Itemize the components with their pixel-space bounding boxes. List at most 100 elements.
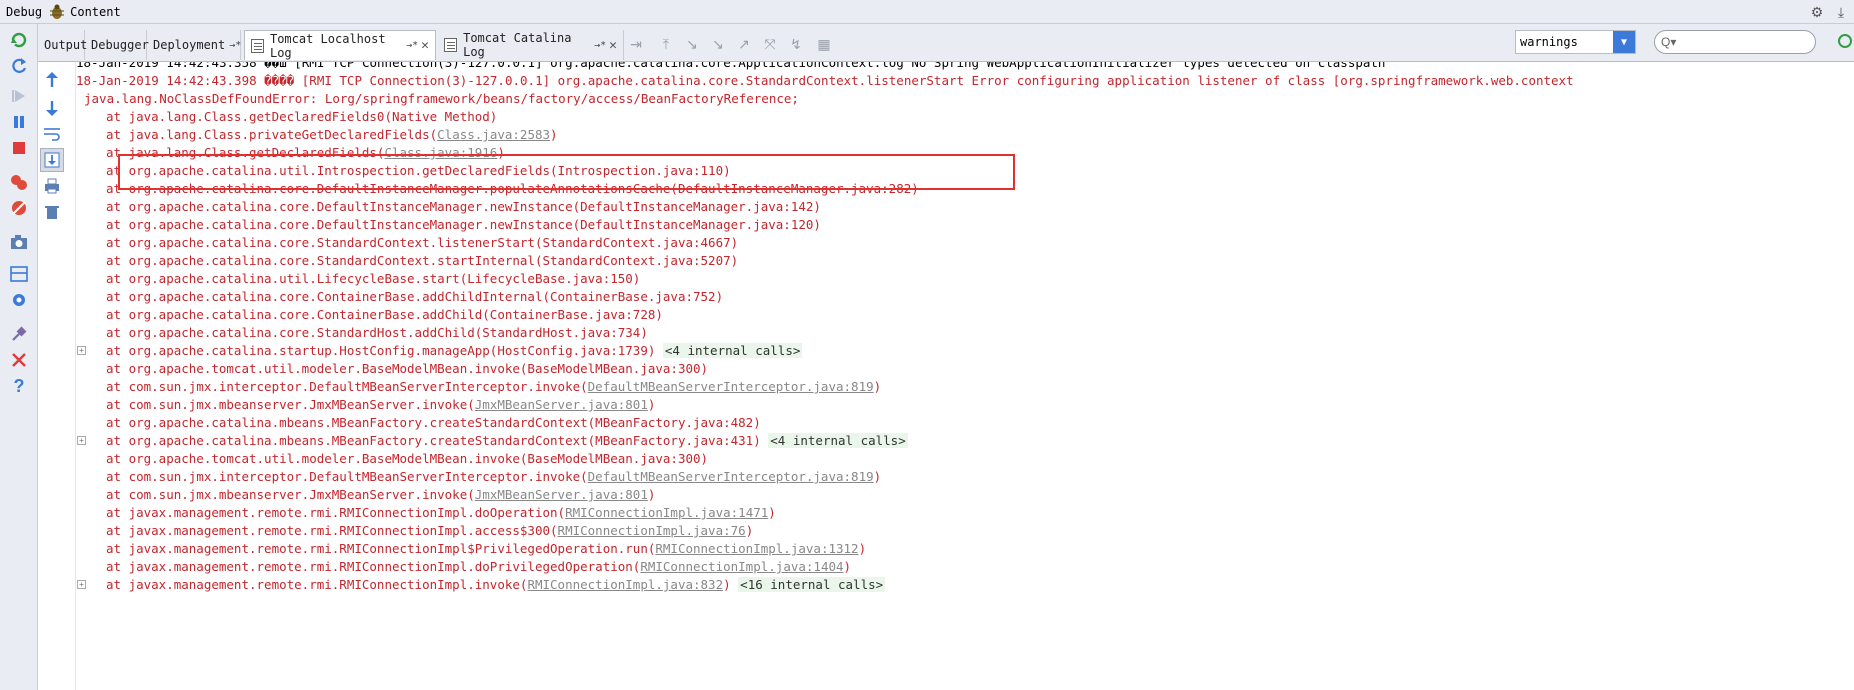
step-into-icon[interactable]: ↘ [682,34,702,54]
stack-frame: at org.apache.catalina.mbeans.MBeanFacto… [106,433,769,448]
view-breakpoints-icon[interactable] [7,170,31,194]
layout-icon[interactable] [7,262,31,286]
log-line: at javax.management.remote.rmi.RMIConnec… [38,540,1854,558]
source-link[interactable]: DefaultMBeanServerInterceptor.java:819 [588,379,874,394]
log-line: at com.sun.jmx.mbeanserver.JmxMBeanServe… [38,486,1854,504]
stack-frame: at org.apache.catalina.core.ContainerBas… [106,307,663,322]
help-icon[interactable]: ? [7,374,31,398]
stack-frame: at com.sun.jmx.mbeanserver.JmxMBeanServe… [106,487,475,502]
source-link[interactable]: RMIConnectionImpl.java:832 [527,577,723,592]
close-tab-icon[interactable]: ✕ [421,38,429,53]
source-link[interactable]: RMIConnectionImpl.java:1404 [640,559,843,574]
log-line: at org.apache.catalina.core.StandardCont… [38,252,1854,270]
log-text: at org.apache.tomcat.util.modeler.BaseMo… [106,360,708,378]
close-tab-icon[interactable]: ✕ [609,38,617,53]
log-text: at javax.management.remote.rmi.RMIConnec… [106,504,776,522]
mute-breakpoints-icon[interactable] [7,196,31,220]
settings-icon[interactable] [7,288,31,312]
log-line: at java.lang.Class.privateGetDeclaredFie… [38,126,1854,144]
source-link[interactable]: RMIConnectionImpl.java:1471 [565,505,768,520]
source-link[interactable]: DefaultMBeanServerInterceptor.java:819 [588,469,874,484]
log-line: at org.apache.catalina.util.Introspectio… [38,162,1854,180]
stack-frame-suffix: ) [497,145,505,160]
chevron-down-icon[interactable]: ▼ [1613,31,1635,53]
log-line: at org.apache.catalina.util.LifecycleBas… [38,270,1854,288]
stack-frame: at org.apache.catalina.core.DefaultInsta… [106,181,919,196]
close-icon[interactable] [7,348,31,372]
tab-output[interactable]: Output [38,30,88,60]
log-line: at org.apache.tomcat.util.modeler.BaseMo… [38,360,1854,378]
log-text: at javax.management.remote.rmi.RMIConnec… [106,558,851,576]
run-to-cursor-icon[interactable]: ↯ [786,34,806,54]
log-file-icon [444,38,458,52]
stack-frame-suffix: ) [843,559,852,574]
log-level-select[interactable]: warnings ▼ [1515,30,1636,54]
stack-frame: at java.lang.Class.privateGetDeclaredFie… [106,127,438,142]
log-message: java.lang.NoClassDefFoundError: Lorg/spr… [84,91,799,106]
log-text: at com.sun.jmx.interceptor.DefaultMBeanS… [106,378,881,396]
internal-calls-badge[interactable]: <4 internal calls> [662,343,803,358]
log-line: at org.apache.catalina.core.DefaultInsta… [38,198,1854,216]
log-text: at org.apache.catalina.mbeans.MBeanFacto… [106,414,761,432]
log-text: 18-Jan-2019 14:42:43.398 ���� [RMI TCP C… [76,72,1574,90]
pause-icon[interactable] [7,110,31,134]
tab-label: Output [44,38,88,52]
tab-deployment[interactable]: Deployment →* [147,30,241,60]
search-input[interactable]: Q▾ [1654,30,1816,54]
tab-arrow: →* [594,39,607,51]
stop-icon[interactable] [7,136,31,160]
stack-frame-suffix: ) [768,505,776,520]
internal-calls-badge[interactable]: <4 internal calls> [768,433,908,448]
log-file-icon [251,38,264,53]
evaluate-expression-icon[interactable]: ▦ [814,34,834,54]
hide-panel-icon[interactable]: ⤓ [1832,3,1850,21]
stack-frame: at org.apache.tomcat.util.modeler.BaseMo… [106,451,709,466]
bug-icon [48,4,66,20]
expand-fold-icon[interactable]: + [77,346,86,355]
log-text: at java.lang.Class.getDeclaredFields(Cla… [106,144,505,162]
log-line: at org.apache.catalina.mbeans.MBeanFacto… [38,432,1854,450]
log-text: at org.apache.catalina.core.StandardCont… [106,252,738,270]
stack-frame: at org.apache.catalina.util.LifecycleBas… [106,271,641,286]
rerun-icon[interactable] [7,28,31,52]
search-icon: Q▾ [1661,35,1677,49]
log-line: 18-Jan-2019 14:42:43.358 ��Ш [RMI TCP Co… [38,62,1854,72]
refresh-icon[interactable] [7,54,31,78]
source-link[interactable]: Class.java:2583 [437,127,550,142]
step-over-icon[interactable]: ⤒ [656,34,676,54]
log-line: 18-Jan-2019 14:42:43.398 ���� [RMI TCP C… [38,72,1854,90]
source-link[interactable]: JmxMBeanServer.java:801 [475,397,648,412]
stack-frame: at org.apache.catalina.util.Introspectio… [106,163,731,178]
source-link[interactable]: RMIConnectionImpl.java:1312 [655,541,858,556]
source-link[interactable]: RMIConnectionImpl.java:76 [558,523,746,538]
camera-icon[interactable] [7,230,31,254]
tab-debugger[interactable]: Debugger [85,30,149,60]
expand-fold-icon[interactable]: + [77,436,86,445]
tab-arrow: →* [406,40,419,51]
tab-tomcat-localhost-log[interactable]: Tomcat Localhost Log →* ✕ [244,30,436,60]
resume-icon[interactable] [7,84,31,108]
pin-icon[interactable] [7,322,31,346]
internal-calls-badge[interactable]: <16 internal calls> [738,577,886,592]
source-link[interactable]: Class.java:1916 [384,145,497,160]
tab-tomcat-catalina-log[interactable]: Tomcat Catalina Log →* ✕ [438,30,624,60]
settings-gear-icon[interactable]: ⚙ [1808,3,1826,21]
log-line: at javax.management.remote.rmi.RMIConnec… [38,504,1854,522]
plugin-icon[interactable] [1836,32,1854,50]
force-step-into-icon[interactable]: ↘ [708,34,728,54]
stack-frame: at com.sun.jmx.mbeanserver.JmxMBeanServe… [106,397,475,412]
log-line: at org.apache.catalina.core.ContainerBas… [38,306,1854,324]
source-link[interactable]: JmxMBeanServer.java:801 [475,487,648,502]
expand-fold-icon[interactable]: + [77,580,86,589]
stack-frame-suffix: ) [550,127,558,142]
stack-frame: at java.lang.Class.getDeclaredFields( [106,145,385,160]
log-line: at org.apache.catalina.core.DefaultInsta… [38,180,1854,198]
stack-frame-suffix: ) [858,541,867,556]
drop-frame-icon[interactable]: ⤧ [760,34,780,54]
show-execution-point-icon[interactable]: ⇥ [626,34,646,54]
step-out-icon[interactable]: ↗ [734,34,754,54]
log-line: at org.apache.tomcat.util.modeler.BaseMo… [38,450,1854,468]
log-console[interactable]: 18-Jan-2019 14:42:43.358 ��Ш [RMI TCP Co… [38,62,1854,690]
stack-frame: at javax.management.remote.rmi.RMIConnec… [106,523,558,538]
log-text: at javax.management.remote.rmi.RMIConnec… [106,576,886,594]
